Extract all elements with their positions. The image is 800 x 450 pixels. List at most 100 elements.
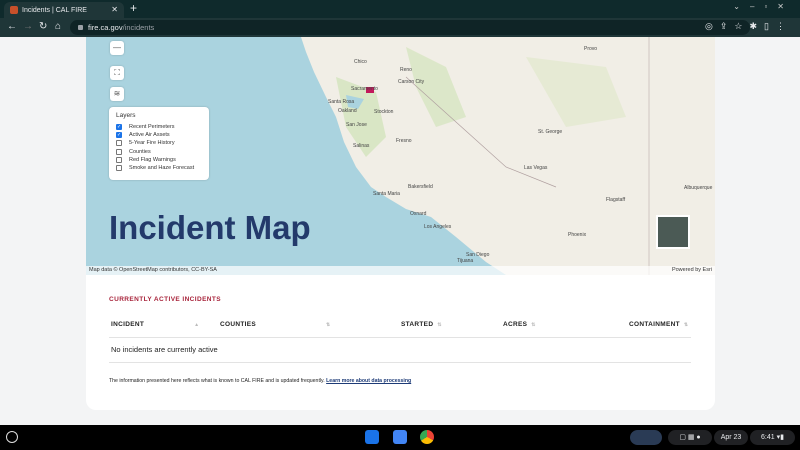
basemap-toggle-button[interactable] — [656, 215, 690, 249]
footnote-text: The information presented here reflects … — [109, 378, 325, 384]
map-place: Las Vegas — [524, 165, 548, 171]
tray-icons[interactable]: ▢ ▦ ● — [668, 430, 712, 445]
layer-recent-perimeters[interactable]: ✓ Recent Perimeters — [116, 123, 202, 131]
files-app-icon[interactable] — [365, 430, 379, 444]
divider — [109, 337, 691, 338]
cal-fire-favicon-icon — [10, 6, 18, 14]
sort-icon[interactable]: ⇅ — [684, 322, 689, 328]
map-place: Santa Maria — [373, 191, 400, 197]
new-tab-button[interactable]: + — [130, 1, 137, 15]
checkbox[interactable]: ✓ — [116, 124, 122, 131]
checkbox[interactable] — [116, 165, 122, 172]
status-area[interactable]: 6:41 ▾▮ — [750, 430, 795, 445]
map-place: Flagstaff — [606, 197, 626, 203]
column-label: COUNTIES — [220, 321, 256, 328]
map-place: Reno — [400, 67, 412, 73]
map-place: Bakersfield — [408, 184, 433, 190]
map-attribution: Map data © OpenStreetMap contributors, C… — [86, 266, 715, 275]
map-place: Oakland — [338, 108, 357, 114]
layer-active-air-assets[interactable]: ✓ Active Air Assets — [116, 131, 202, 139]
layer-red-flag-warnings[interactable]: Red Flag Warnings — [116, 156, 202, 164]
layer-label: Recent Perimeters — [129, 124, 175, 131]
incident-map[interactable]: Chico Sacramento Santa Rosa Oakland San … — [86, 37, 715, 275]
layers-title: Layers — [116, 112, 136, 119]
docs-app-icon[interactable] — [393, 430, 407, 444]
address-bar[interactable]: fire.ca.gov/incidents — [70, 20, 750, 35]
learn-more-link[interactable]: Learn more about data processing — [326, 378, 411, 384]
clock: 6:41 — [761, 434, 775, 441]
map-place: Albuquerque — [684, 185, 713, 191]
checkbox[interactable]: ✓ — [116, 132, 122, 139]
attribution-text: Map data © OpenStreetMap contributors, C… — [89, 267, 217, 273]
map-place: Carson City — [398, 79, 425, 85]
close-tab-icon[interactable]: ✕ — [111, 5, 118, 14]
checkbox[interactable] — [116, 140, 122, 147]
sort-icon[interactable]: ⇅ — [531, 322, 536, 328]
footnote: The information presented here reflects … — [109, 378, 411, 384]
map-place: Santa Rosa — [328, 99, 355, 105]
window-preview[interactable] — [630, 430, 662, 445]
reload-icon[interactable]: ↻ — [39, 21, 47, 32]
browser-tab[interactable]: Incidents | CAL FIRE ✕ — [4, 2, 124, 18]
column-label: STARTED — [401, 321, 434, 328]
map-place: Sacramento — [351, 86, 378, 92]
chrome-app-icon[interactable] — [420, 430, 434, 444]
column-containment[interactable]: CONTAINMENT ⇅ — [629, 321, 688, 328]
map-place: St. George — [538, 129, 563, 135]
map-place: Los Angeles — [424, 224, 452, 230]
section-title: CURRENTLY ACTIVE INCIDENTS — [109, 296, 222, 303]
zoom-out-button[interactable]: — — [110, 41, 124, 55]
column-counties[interactable]: COUNTIES ⇅ — [220, 321, 331, 328]
column-started[interactable]: STARTED ⇅ — [401, 321, 442, 328]
window-controls[interactable]: ⌄–▫✕ — [733, 2, 794, 11]
taskbar: ▢ ▦ ● Apr 23 6:41 ▾▮ — [0, 425, 800, 450]
checkbox[interactable] — [116, 156, 122, 163]
powered-by-text: Powered by Esri — [671, 267, 712, 273]
map-place: Fresno — [396, 138, 412, 144]
map-place: San Jose — [346, 122, 367, 128]
url-path: /incidents — [122, 23, 155, 32]
column-acres[interactable]: ACRES ⇅ — [503, 321, 536, 328]
fullscreen-button[interactable]: ⛶ — [110, 66, 124, 80]
column-label: INCIDENT — [111, 321, 145, 328]
layer-smoke-haze[interactable]: Smoke and Haze Forecast — [116, 164, 202, 172]
map-place: Salinas — [353, 143, 370, 149]
map-place: Chico — [354, 59, 367, 65]
tab-title: Incidents | CAL FIRE — [22, 6, 87, 14]
layer-label: Smoke and Haze Forecast — [129, 165, 195, 172]
battery-icon: ▮ — [780, 434, 784, 441]
launcher-icon[interactable] — [6, 431, 18, 443]
map-place: Oxnard — [410, 211, 427, 217]
column-incident[interactable]: INCIDENT ▲ — [111, 321, 199, 328]
layer-fire-history[interactable]: 5-Year Fire History — [116, 139, 202, 147]
map-place: Provo — [584, 46, 598, 52]
browser-toolbar: ← → ↻ ⌂ fire.ca.gov/incidents ◎⇪☆✱▯⋮ — [0, 18, 800, 37]
sort-icon[interactable]: ⇅ — [437, 322, 442, 328]
map-place: Stockton — [374, 109, 394, 115]
home-icon[interactable]: ⌂ — [55, 21, 61, 32]
checkbox[interactable] — [116, 148, 122, 155]
layer-label: Active Air Assets — [129, 132, 170, 139]
column-label: CONTAINMENT — [629, 321, 680, 328]
map-place: Phoenix — [568, 232, 587, 238]
forward-icon[interactable]: → — [23, 21, 33, 32]
empty-message: No incidents are currently active — [111, 345, 218, 354]
url-host: fire.ca.gov — [88, 23, 123, 32]
divider — [109, 362, 691, 363]
lock-icon — [78, 25, 83, 30]
back-icon[interactable]: ← — [7, 21, 17, 32]
layer-counties[interactable]: Counties — [116, 148, 202, 156]
tab-strip: Incidents | CAL FIRE ✕ + ⌄–▫✕ — [0, 0, 800, 18]
sort-icon[interactable]: ⇅ — [326, 322, 331, 328]
layer-label: Counties — [129, 148, 151, 155]
layer-label: Red Flag Warnings — [129, 156, 176, 163]
layer-label: 5-Year Fire History — [129, 140, 175, 147]
map-place: Tijuana — [457, 258, 474, 264]
layers-panel: Layers ✓ Recent Perimeters ✓ Active Air As… — [109, 107, 209, 180]
layers-button[interactable]: ≋ — [110, 87, 124, 101]
date-pill[interactable]: Apr 23 — [714, 430, 748, 445]
sort-icon[interactable]: ▲ — [194, 322, 199, 328]
toolbar-icons[interactable]: ◎⇪☆✱▯⋮ — [705, 21, 792, 32]
column-label: ACRES — [503, 321, 528, 328]
page-card: Chico Sacramento Santa Rosa Oakland San … — [86, 37, 715, 410]
